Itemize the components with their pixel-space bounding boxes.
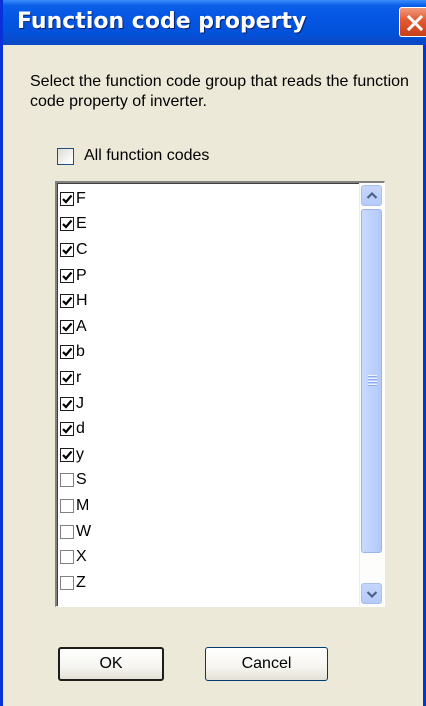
- list-item[interactable]: W: [60, 519, 91, 545]
- checked-checkbox[interactable]: [60, 294, 74, 309]
- list-item[interactable]: y: [60, 442, 91, 468]
- list-item-label: Z: [76, 573, 86, 591]
- scroll-down-button[interactable]: [361, 583, 382, 604]
- unchecked-checkbox[interactable]: [60, 550, 74, 565]
- list-item[interactable]: S: [60, 468, 91, 494]
- list-item-label: C: [76, 240, 88, 258]
- list-item[interactable]: J: [60, 391, 91, 417]
- checked-checkbox[interactable]: [60, 191, 74, 206]
- ok-button[interactable]: OK: [58, 647, 164, 681]
- checkmark-icon: [62, 322, 73, 332]
- list-item[interactable]: M: [60, 493, 91, 519]
- list-item-label: M: [76, 496, 90, 514]
- checked-checkbox[interactable]: [60, 268, 74, 283]
- list-item-label: W: [76, 522, 92, 540]
- list-item-label: J: [76, 394, 84, 412]
- checkmark-icon: [62, 296, 73, 306]
- list-item-label: y: [76, 445, 84, 463]
- list-item[interactable]: E: [60, 212, 91, 238]
- unchecked-checkbox[interactable]: [60, 575, 74, 590]
- checkmark-icon: [62, 220, 73, 230]
- list-item-label: b: [76, 343, 85, 361]
- checked-checkbox[interactable]: [60, 345, 74, 360]
- all-function-codes-checkbox[interactable]: All function codes: [57, 146, 209, 166]
- chevron-up-icon: [366, 191, 378, 199]
- checked-checkbox[interactable]: [60, 396, 74, 411]
- function-group-list[interactable]: FECPHAbrJdySMWXZ: [55, 181, 385, 607]
- list-item[interactable]: C: [60, 237, 91, 263]
- checked-checkbox[interactable]: [60, 447, 74, 462]
- checked-checkbox[interactable]: [60, 242, 74, 257]
- list-item[interactable]: X: [60, 544, 91, 570]
- close-icon: [406, 14, 424, 32]
- list-item-label: S: [76, 471, 87, 489]
- list-item[interactable]: P: [60, 263, 91, 289]
- title-bar[interactable]: Function code property: [3, 0, 426, 45]
- checkmark-icon: [62, 271, 73, 281]
- list-item-label: r: [76, 368, 82, 386]
- unchecked-checkbox[interactable]: [60, 498, 74, 513]
- checked-checkbox[interactable]: [60, 217, 74, 232]
- list-item[interactable]: Z: [60, 570, 91, 596]
- list-item-label: A: [76, 317, 87, 335]
- list-item-label: E: [76, 215, 87, 233]
- scroll-thumb[interactable]: [361, 209, 382, 553]
- checkmark-icon: [62, 194, 73, 204]
- checkmark-icon: [62, 450, 73, 460]
- checkmark-icon: [62, 399, 73, 409]
- checkmark-icon: [62, 424, 73, 434]
- vertical-scrollbar[interactable]: [359, 183, 384, 606]
- list-item-label: P: [76, 266, 87, 284]
- checked-checkbox[interactable]: [60, 370, 74, 385]
- chevron-down-icon: [366, 591, 378, 599]
- checkmark-icon: [62, 373, 73, 383]
- window-title: Function code property: [17, 9, 307, 34]
- list-item-label: H: [76, 292, 88, 310]
- cancel-button[interactable]: Cancel: [205, 647, 328, 681]
- all-function-codes-label: All function codes: [84, 147, 210, 164]
- instruction-text: Select the function code group that read…: [30, 73, 409, 110]
- checkmark-icon: [62, 245, 73, 255]
- list-item[interactable]: b: [60, 340, 91, 366]
- list-item[interactable]: A: [60, 314, 91, 340]
- scroll-up-button[interactable]: [361, 185, 382, 206]
- unchecked-checkbox[interactable]: [60, 524, 74, 539]
- close-button[interactable]: [399, 7, 426, 37]
- list-items: FECPHAbrJdySMWXZ: [60, 186, 91, 596]
- unchecked-checkbox[interactable]: [60, 473, 74, 488]
- list-item[interactable]: H: [60, 288, 91, 314]
- list-item-label: X: [76, 548, 87, 566]
- list-item-label: F: [76, 189, 86, 207]
- checked-checkbox[interactable]: [60, 422, 74, 437]
- checkmark-icon: [62, 348, 73, 357]
- list-item[interactable]: d: [60, 416, 91, 442]
- checkbox-box[interactable]: [57, 147, 74, 165]
- list-item-label: d: [76, 420, 85, 438]
- list-item[interactable]: r: [60, 365, 91, 391]
- list-item[interactable]: F: [60, 186, 91, 212]
- checked-checkbox[interactable]: [60, 319, 74, 334]
